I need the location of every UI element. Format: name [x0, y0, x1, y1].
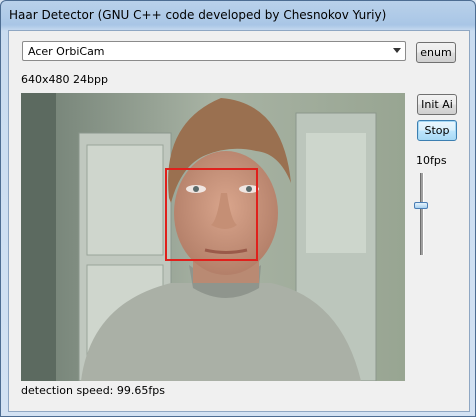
title-bar[interactable]: Haar Detector (GNU C++ code developed by…: [1, 1, 475, 29]
chevron-down-icon[interactable]: [393, 48, 401, 53]
video-preview: [21, 93, 405, 381]
frame-rate-slider-track[interactable]: [420, 173, 424, 255]
detection-speed-status: detection speed: 99.65fps: [21, 384, 165, 397]
app-window: Haar Detector (GNU C++ code developed by…: [0, 0, 476, 417]
enum-button[interactable]: enum: [416, 42, 456, 63]
camera-frame-image: [21, 93, 405, 381]
video-format-label: 640x480 24bpp: [21, 73, 108, 86]
camera-select[interactable]: Acer OrbiCam: [22, 41, 406, 61]
camera-select-value: Acer OrbiCam: [28, 45, 105, 58]
frame-rate-label: 10fps: [416, 154, 447, 167]
frame-rate-slider-thumb[interactable]: [414, 202, 428, 209]
stop-button[interactable]: Stop: [417, 120, 457, 141]
init-ai-button[interactable]: Init Ai: [417, 94, 457, 115]
window-title: Haar Detector (GNU C++ code developed by…: [9, 8, 387, 22]
client-area: Acer OrbiCam enum 640x480 24bpp Init Ai …: [8, 30, 470, 412]
